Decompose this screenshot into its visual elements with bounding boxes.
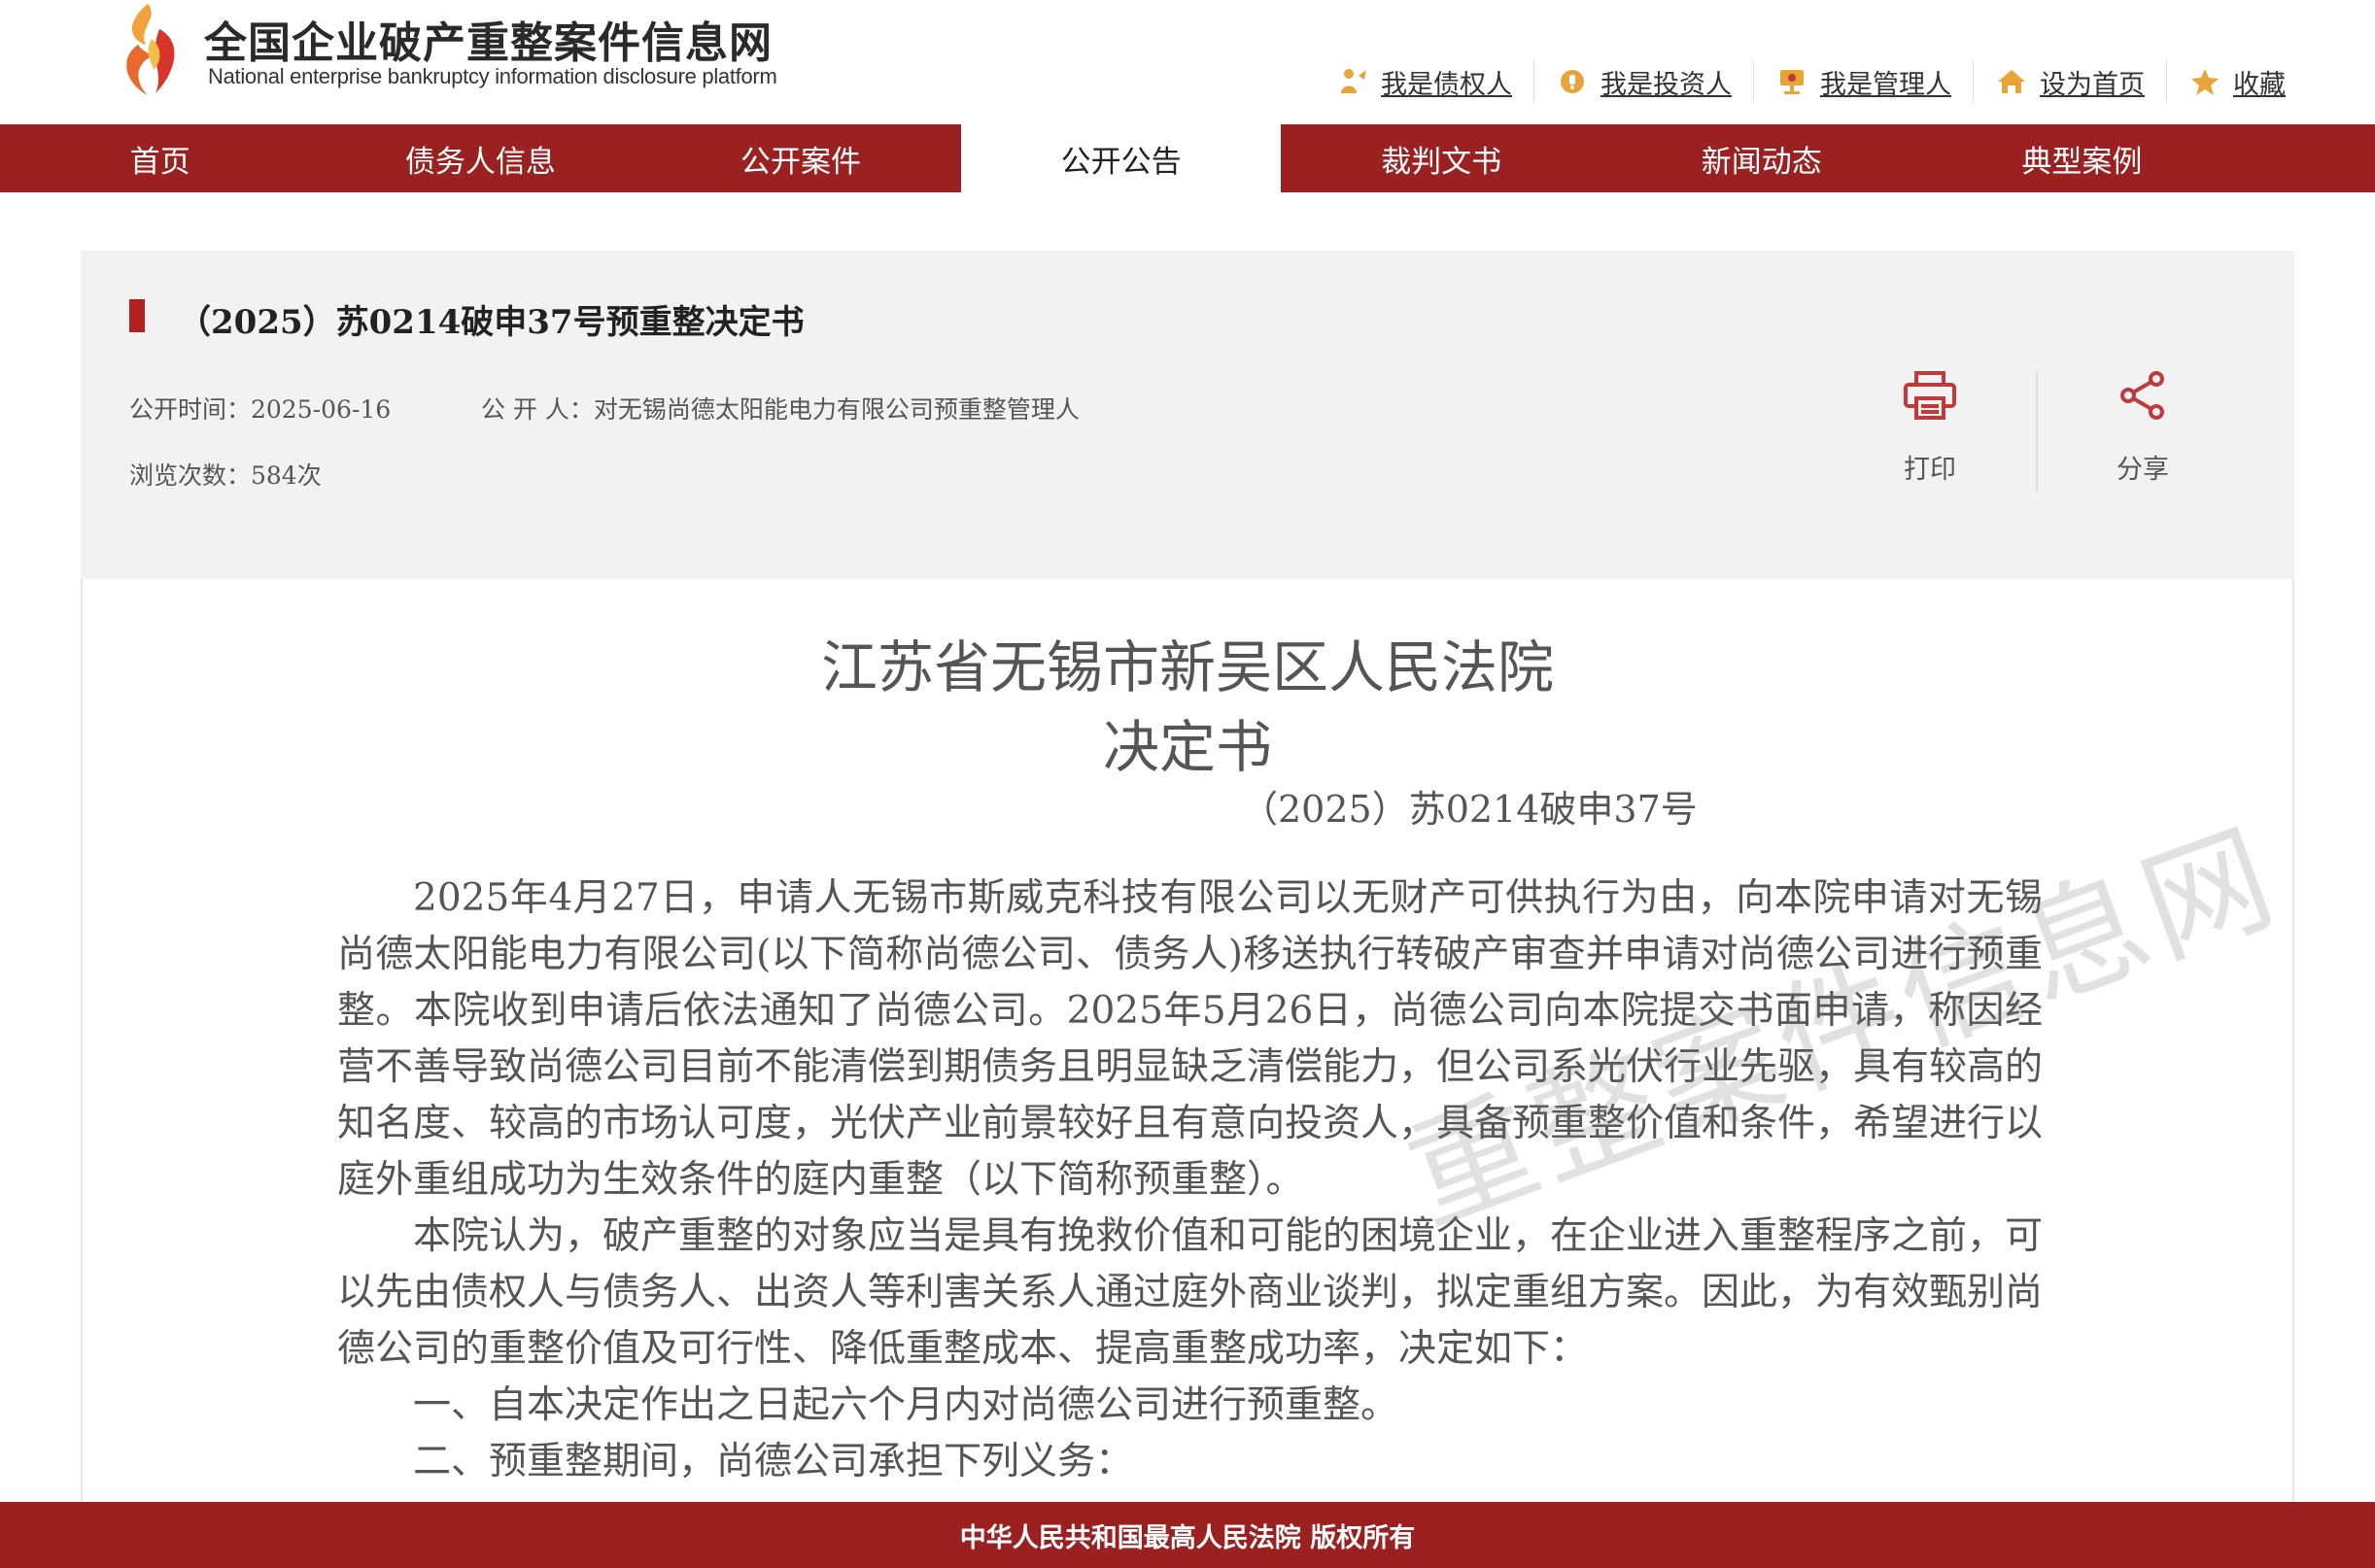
copyright-text: 中华人民共和国最高人民法院 版权所有	[959, 1522, 1416, 1553]
paragraph: 2025年4月27日，申请人无锡市斯威克科技有限公司以无财产可供执行为由，向本院…	[337, 876, 2044, 1202]
top-link-set-homepage[interactable]: 设为首页	[1973, 60, 2166, 103]
document-body: 江苏省无锡市新吴区人民法院 决定书 （2025）苏0214破申37号 2025年…	[81, 579, 2294, 1568]
top-link-label: 收藏	[2233, 69, 2286, 100]
share-icon	[2114, 369, 2172, 421]
nav-item-typical-cases[interactable]: 典型案例	[1922, 124, 2243, 192]
site-header: 全国企业破产重整案件信息网 National enterprise bankru…	[0, 0, 2375, 124]
share-label: 分享	[2117, 455, 2169, 485]
home-icon	[1995, 65, 2028, 98]
site-footer: 中华人民共和国最高人民法院 版权所有	[0, 1502, 2375, 1568]
nav-item-judgments[interactable]: 裁判文书	[1281, 124, 1601, 192]
top-link-administrator[interactable]: 我是管理人	[1753, 60, 1973, 103]
site-logo[interactable]: 全国企业破产重整案件信息网 National enterprise bankru…	[109, 0, 809, 97]
top-link-label: 设为首页	[2040, 69, 2145, 100]
top-link-bookmark[interactable]: 收藏	[2166, 60, 2307, 103]
paragraph: 一、自本决定作出之日起六个月内对尚德公司进行预重整。	[413, 1383, 1399, 1427]
nav-item-home[interactable]: 首页	[0, 124, 321, 192]
top-link-label: 我是管理人	[1820, 69, 1951, 100]
print-button[interactable]: 打印	[1872, 369, 1988, 486]
main-nav: 首页 债务人信息 公开案件 公开公告 裁判文书 新闻动态 典型案例	[0, 124, 2375, 192]
document-number: （2025）苏0214破申37号	[1241, 788, 1698, 831]
site-name-en: National enterprise bankruptcy informati…	[208, 64, 777, 88]
print-label: 打印	[1904, 455, 1956, 485]
printer-icon	[1901, 369, 1959, 421]
paragraph: 二、预重整期间，尚德公司承担下列义务：	[413, 1440, 1134, 1483]
creditor-icon	[1336, 65, 1369, 98]
article-title: （2025）苏0214破申37号预重整决定书	[178, 303, 805, 342]
nav-item-public-notices[interactable]: 公开公告	[960, 124, 1282, 192]
paragraph: 本院认为，破产重整的对象应当是具有挽救价值和可能的困境企业，在企业进入重整程序之…	[337, 1214, 2044, 1371]
top-link-creditor[interactable]: 我是债权人	[1315, 60, 1533, 103]
top-links: 我是债权人 我是投资人 我是管理人 设为首页 收藏	[1315, 60, 2307, 103]
top-link-investor[interactable]: 我是投资人	[1533, 60, 1753, 103]
top-link-label: 我是投资人	[1601, 69, 1732, 100]
action-divider	[2036, 371, 2038, 492]
investor-icon	[1556, 65, 1589, 98]
site-name-cn: 全国企业破产重整案件信息网	[204, 18, 773, 68]
document-type: 决定书	[1102, 714, 1272, 780]
nav-item-news[interactable]: 新闻动态	[1601, 124, 1922, 192]
document-text: 2025年4月27日，申请人无锡市斯威克科技有限公司以无财产可供执行为由，向本院…	[337, 870, 2043, 1490]
publisher: 公 开 人：对无锡尚德太阳能电力有限公司预重整管理人	[481, 395, 1080, 424]
top-link-label: 我是债权人	[1381, 69, 1512, 100]
title-accent-bar	[129, 299, 145, 332]
view-count: 浏览次数：584次	[129, 461, 322, 490]
article-header: （2025）苏0214破申37号预重整决定书 公开时间：2025-06-16 公…	[81, 251, 2294, 579]
star-icon	[2188, 65, 2221, 98]
administrator-icon	[1775, 65, 1808, 98]
court-name: 江苏省无锡市新吴区人民法院	[820, 634, 1554, 700]
publish-time: 公开时间：2025-06-16	[129, 395, 392, 424]
nav-item-debtor-info[interactable]: 债务人信息	[321, 124, 641, 192]
share-button[interactable]: 分享	[2084, 369, 2201, 486]
nav-item-public-cases[interactable]: 公开案件	[640, 124, 961, 192]
flame-logo-icon	[126, 4, 175, 95]
